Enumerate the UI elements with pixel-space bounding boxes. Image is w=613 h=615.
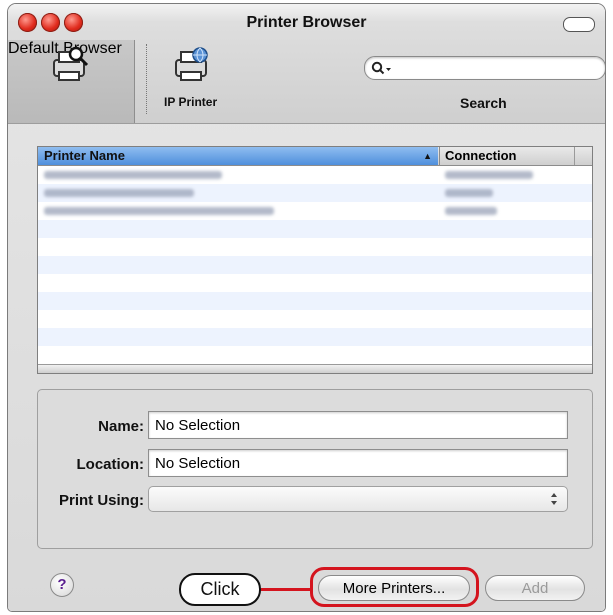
table-row-empty xyxy=(38,328,592,346)
toolbar-separator xyxy=(8,123,605,124)
toolbar-toggle-button[interactable] xyxy=(563,17,595,32)
table-row-empty xyxy=(38,274,592,292)
sort-ascending-icon: ▲ xyxy=(423,151,432,161)
printer-name-cell xyxy=(44,207,274,215)
callout-connector xyxy=(261,588,310,591)
list-bottom-edge xyxy=(38,364,592,373)
ip-printer-icon xyxy=(175,47,208,81)
help-icon[interactable]: ? xyxy=(50,573,74,597)
add-button[interactable]: Add xyxy=(485,575,585,601)
search-input[interactable] xyxy=(364,56,605,80)
printer-list[interactable]: Printer Name ▲ Connection xyxy=(37,146,593,374)
printer-browser-window: Printer Browser Default Browser IP Print… xyxy=(8,4,605,611)
location-label: Location: xyxy=(76,456,145,473)
list-scrollbar-corner xyxy=(574,147,592,165)
column-header-connection[interactable]: Connection xyxy=(439,147,572,165)
location-field[interactable]: No Selection xyxy=(148,449,568,477)
column-header-printer-name-label: Printer Name xyxy=(44,148,125,163)
connection-cell xyxy=(445,207,497,215)
column-header-printer-name[interactable]: Printer Name ▲ xyxy=(38,147,438,165)
table-row-empty xyxy=(38,292,592,310)
printer-name-cell xyxy=(44,189,194,197)
toolbar-divider xyxy=(146,44,147,114)
search-icon xyxy=(371,61,391,75)
table-row[interactable] xyxy=(38,202,592,220)
default-browser-tab[interactable]: Default Browser xyxy=(8,40,135,124)
column-header-connection-label: Connection xyxy=(445,148,517,163)
printer-name-cell xyxy=(44,171,222,179)
table-row-empty xyxy=(38,238,592,256)
name-field[interactable]: No Selection xyxy=(148,411,568,439)
click-callout: Click xyxy=(179,573,261,606)
table-row-empty xyxy=(38,346,592,364)
print-using-select[interactable] xyxy=(148,486,568,512)
connection-cell xyxy=(445,171,533,179)
printer-list-header: Printer Name ▲ Connection xyxy=(38,147,592,166)
table-row-empty xyxy=(38,256,592,274)
more-printers-button[interactable]: More Printers... xyxy=(318,575,470,601)
search-label: Search xyxy=(460,95,507,111)
printer-details-group: Name: No Selection Location: No Selectio… xyxy=(37,389,593,549)
name-label: Name: xyxy=(98,418,144,435)
window-title: Printer Browser xyxy=(246,14,367,31)
table-row[interactable] xyxy=(38,184,592,202)
table-row[interactable] xyxy=(38,166,592,184)
print-using-label: Print Using: xyxy=(59,492,144,509)
toolbar-area: Printer Browser Default Browser IP Print… xyxy=(8,4,605,124)
printer-search-icon xyxy=(53,46,89,81)
updown-arrows-icon xyxy=(551,493,557,505)
ip-printer-label: IP Printer xyxy=(164,95,218,109)
ip-printer-tab[interactable]: IP Printer xyxy=(156,40,236,124)
table-row-empty xyxy=(38,220,592,238)
connection-cell xyxy=(445,189,493,197)
table-row-empty xyxy=(38,310,592,328)
